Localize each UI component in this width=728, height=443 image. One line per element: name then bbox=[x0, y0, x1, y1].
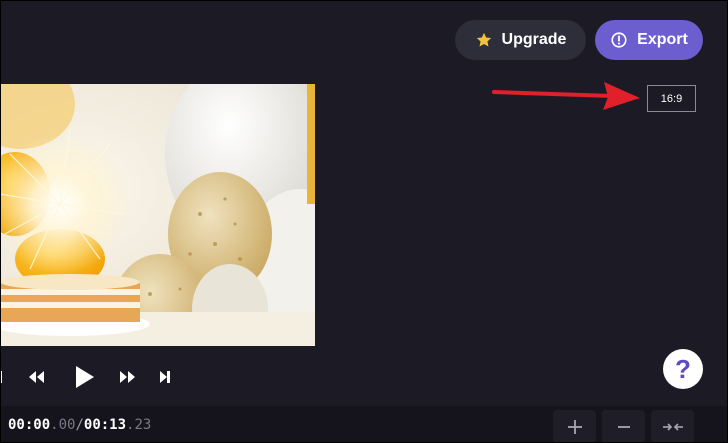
zoom-out-button[interactable] bbox=[602, 410, 645, 443]
minus-icon bbox=[617, 425, 630, 428]
playback-controls bbox=[0, 362, 200, 392]
aspect-ratio-button[interactable]: 16:9 bbox=[647, 85, 696, 112]
fast-forward-icon[interactable] bbox=[116, 362, 138, 392]
play-button[interactable] bbox=[70, 362, 98, 392]
export-icon bbox=[610, 31, 628, 49]
skip-start-icon[interactable] bbox=[0, 362, 8, 392]
star-icon bbox=[475, 31, 493, 49]
upgrade-label: Upgrade bbox=[501, 31, 567, 48]
upgrade-button[interactable]: Upgrade bbox=[455, 20, 586, 60]
fit-timeline-button[interactable] bbox=[651, 410, 694, 443]
export-button[interactable]: Export bbox=[595, 20, 703, 60]
time-separator: / bbox=[75, 417, 84, 433]
skip-end-icon[interactable] bbox=[156, 362, 174, 392]
help-icon: ? bbox=[675, 353, 691, 384]
current-time: 00:00 bbox=[8, 417, 51, 433]
timeline-bar: 00:00.00/00:13.23 bbox=[0, 406, 728, 443]
zoom-in-button[interactable] bbox=[553, 410, 596, 443]
timecode-display: 00:00.00/00:13.23 bbox=[8, 417, 151, 433]
plus-icon bbox=[567, 419, 582, 434]
video-preview[interactable] bbox=[0, 84, 315, 346]
play-icon bbox=[76, 366, 94, 388]
rewind-icon[interactable] bbox=[26, 362, 48, 392]
fit-to-screen-icon bbox=[662, 422, 683, 431]
total-time: 00:13 bbox=[83, 417, 127, 433]
help-button[interactable]: ? bbox=[663, 349, 703, 389]
video-frame-image bbox=[0, 84, 315, 346]
export-label: Export bbox=[637, 31, 688, 48]
annotation-arrow-icon bbox=[492, 82, 640, 110]
current-time-frames: .00 bbox=[50, 417, 76, 433]
total-time-frames: .23 bbox=[126, 417, 152, 433]
